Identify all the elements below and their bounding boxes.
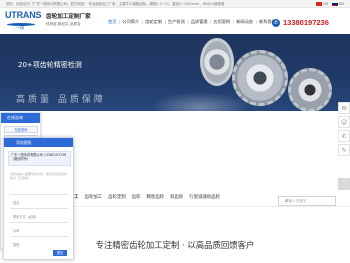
main-nav: 首页 公司简介 齿轮定制 生产检测 品质管理 应用案例 新闻动态 联系我们 bbox=[105, 18, 279, 26]
category-link[interactable]: 精密齿轮 bbox=[144, 193, 168, 203]
top-notice: 您好，欢迎访问「广东一翔传动有限公司」官方网站！ 专业齿轮加工厂家，主要牛小模数… bbox=[6, 2, 225, 6]
category-links: 齿轮加工 齿轮加工 齿轮定制 齿轮 精密齿轮 斜齿轮 行星减速机齿轮 bbox=[58, 193, 223, 203]
gear-image bbox=[200, 38, 234, 86]
name-field[interactable]: 姓名 bbox=[13, 200, 19, 205]
nav-quality[interactable]: 品质管理 bbox=[187, 18, 211, 26]
cn-flag-icon[interactable] bbox=[316, 2, 322, 6]
top-bar: 您好，欢迎访问「广东一翔传动有限公司」官方网站！ 专业齿轮加工厂家，主要牛小模数… bbox=[0, 0, 350, 8]
category-link[interactable]: 齿轮加工 bbox=[82, 193, 106, 203]
chat-title: 添加客服 bbox=[4, 138, 73, 147]
nav-cases[interactable]: 应用案例 bbox=[210, 18, 233, 26]
search-icon[interactable]: ⌕ bbox=[285, 198, 332, 204]
logo-text: UTRANS bbox=[5, 10, 42, 20]
gear-image bbox=[288, 68, 332, 111]
chat-textarea[interactable]: 请您在输入需要写的文字，我们会及时给你联系（已添加） bbox=[10, 172, 68, 180]
banner-glow bbox=[150, 92, 250, 111]
message-icon[interactable]: ✎ bbox=[338, 144, 350, 156]
chat-icon[interactable]: ✉ bbox=[338, 102, 350, 114]
category-link[interactable]: 齿轮 bbox=[129, 193, 144, 203]
en-flag-icon[interactable] bbox=[332, 2, 338, 6]
nav-custom[interactable]: 齿轮定制 bbox=[142, 18, 165, 26]
logo-sub: 一翔 bbox=[16, 25, 24, 30]
type-field[interactable]: 类型 bbox=[13, 242, 19, 247]
chat-divider bbox=[10, 236, 68, 237]
header-slogan: 科研富 精品实 品质变 bbox=[46, 22, 81, 26]
wechat-icon[interactable]: ☺ bbox=[338, 116, 350, 128]
nav-home[interactable]: 首页 bbox=[105, 18, 119, 26]
back-to-top-icon[interactable]: ⌃ bbox=[338, 178, 350, 190]
category-link[interactable]: 斜齿轮 bbox=[167, 193, 186, 203]
phone-number: 13380197236 bbox=[283, 18, 329, 27]
kefu-item-chat[interactable]: 在线咨询 bbox=[4, 126, 38, 133]
nav-about[interactable]: 公司简介 bbox=[119, 18, 142, 26]
contact-field[interactable]: 联系方式（必填） bbox=[13, 214, 39, 219]
category-link[interactable]: 齿轮定制 bbox=[105, 193, 129, 203]
nav-news[interactable]: 新闻动态 bbox=[233, 18, 256, 26]
banner-subline: 高质量 品质保障 bbox=[16, 95, 106, 105]
chat-message: 广东一翔传动有限公司 13380197236（微信同号） bbox=[8, 151, 71, 166]
chat-popup: 添加客服 广东一翔传动有限公司 13380197236（微信同号） 请您在输入需… bbox=[3, 137, 74, 260]
hero-banner[interactable]: 20+项齿轮精密检测 高质量 品质保障 bbox=[0, 34, 350, 111]
header-phone[interactable]: ✆ 13380197236 bbox=[272, 18, 329, 27]
banner-headline: 20+项齿轮精密检测 bbox=[18, 61, 82, 69]
company-name: 齿轮加工定制厂家 bbox=[46, 14, 91, 20]
category-link[interactable]: 行星减速机齿轮 bbox=[186, 193, 223, 203]
phone-icon: ✆ bbox=[272, 18, 280, 27]
chat-divider bbox=[10, 222, 68, 223]
phone-side-icon[interactable]: ✆ bbox=[338, 130, 350, 142]
search-input[interactable]: 请输入关键字 ⌕ bbox=[278, 196, 336, 206]
lang-cn-link[interactable]: CN bbox=[323, 2, 328, 6]
site-header: UTRANS 一翔 齿轮加工定制厂家 科研富 精品实 品质变 首页 公司简介 齿… bbox=[0, 8, 350, 34]
company-field[interactable]: 公司 bbox=[13, 228, 19, 233]
chat-divider bbox=[10, 208, 68, 209]
submit-button[interactable]: 提交 bbox=[53, 250, 67, 256]
lang-en-link[interactable]: EN bbox=[339, 2, 344, 6]
kefu-title: 在线咨询 bbox=[1, 113, 40, 123]
nav-production[interactable]: 生产检测 bbox=[164, 18, 188, 26]
logo[interactable]: UTRANS 一翔 bbox=[5, 10, 42, 32]
chat-divider bbox=[10, 194, 68, 195]
